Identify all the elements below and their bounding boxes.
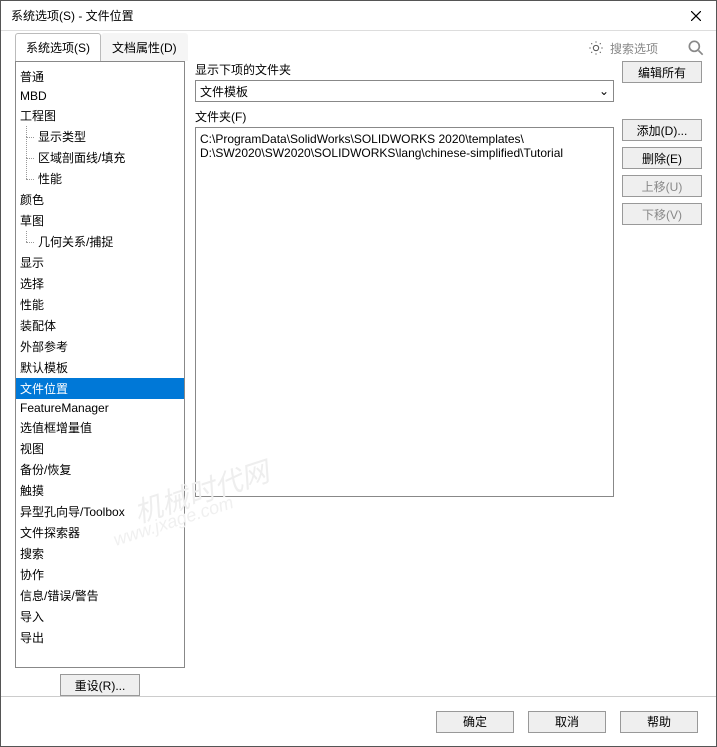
tree-item[interactable]: 默认模板 xyxy=(16,357,184,378)
gear-icon[interactable] xyxy=(588,40,604,56)
tree-item[interactable]: 选择 xyxy=(16,273,184,294)
tree-item[interactable]: 工程图 xyxy=(16,105,184,126)
add-button[interactable]: 添加(D)... xyxy=(622,119,702,141)
tree-item[interactable]: 文件位置 xyxy=(16,378,184,399)
tree-item[interactable]: 性能 xyxy=(16,294,184,315)
tree-item[interactable]: 信息/错误/警告 xyxy=(16,585,184,606)
tree-item[interactable]: 外部参考 xyxy=(16,336,184,357)
edit-all-button[interactable]: 编辑所有 xyxy=(622,61,702,83)
tree-item[interactable]: 协作 xyxy=(16,564,184,585)
move-up-button: 上移(U) xyxy=(622,175,702,197)
tree-item[interactable]: FeatureManager xyxy=(16,399,184,417)
cancel-button[interactable]: 取消 xyxy=(528,711,606,733)
tree-item[interactable]: 草图 xyxy=(16,210,184,231)
tree-item[interactable]: 导出 xyxy=(16,627,184,648)
tree-item[interactable]: 区域剖面线/填充 xyxy=(16,147,184,168)
options-tree[interactable]: 普通MBD工程图显示类型区域剖面线/填充性能颜色草图几何关系/捕捉显示选择性能装… xyxy=(15,61,185,668)
window-title: 系统选项(S) - 文件位置 xyxy=(11,7,676,24)
chevron-down-icon: ⌄ xyxy=(599,84,609,98)
help-button[interactable]: 帮助 xyxy=(620,711,698,733)
folder-path-item[interactable]: C:\ProgramData\SolidWorks\SOLIDWORKS 202… xyxy=(200,132,609,146)
tree-column: 普通MBD工程图显示类型区域剖面线/填充性能颜色草图几何关系/捕捉显示选择性能装… xyxy=(15,61,185,696)
show-folder-label: 显示下项的文件夹 xyxy=(195,61,614,78)
button-column: 编辑所有 添加(D)... 删除(E) 上移(U) 下移(V) xyxy=(622,61,702,696)
tab-strip: 系统选项(S) 文档属性(D) xyxy=(15,33,188,61)
tab-system-options[interactable]: 系统选项(S) xyxy=(15,33,101,61)
tree-item[interactable]: 文件探索器 xyxy=(16,522,184,543)
tree-item[interactable]: 异型孔向导/Toolbox xyxy=(16,501,184,522)
tree-item[interactable]: 显示 xyxy=(16,252,184,273)
tree-item[interactable]: 搜索 xyxy=(16,543,184,564)
topbar: 系统选项(S) 文档属性(D) 搜索选项 xyxy=(1,31,716,61)
delete-button[interactable]: 删除(E) xyxy=(622,147,702,169)
reset-button[interactable]: 重设(R)... xyxy=(60,674,140,696)
close-icon xyxy=(691,11,701,21)
folder-list-label: 文件夹(F) xyxy=(195,108,614,125)
tree-item[interactable]: 性能 xyxy=(16,168,184,189)
main-column: 显示下项的文件夹 文件模板 ⌄ 文件夹(F) C:\ProgramData\So… xyxy=(195,61,702,696)
footer: 确定 取消 帮助 xyxy=(1,696,716,746)
search-input[interactable]: 搜索选项 xyxy=(610,40,680,57)
tree-item[interactable]: 备份/恢复 xyxy=(16,459,184,480)
close-button[interactable] xyxy=(676,1,716,31)
tab-document-properties[interactable]: 文档属性(D) xyxy=(101,33,188,61)
ok-button[interactable]: 确定 xyxy=(436,711,514,733)
tree-item[interactable]: 显示类型 xyxy=(16,126,184,147)
tree-item[interactable]: 颜色 xyxy=(16,189,184,210)
tree-item[interactable]: 触摸 xyxy=(16,480,184,501)
tree-item[interactable]: 视图 xyxy=(16,438,184,459)
tree-item[interactable]: 选值框增量值 xyxy=(16,417,184,438)
search-icon[interactable] xyxy=(686,38,706,58)
tree-item[interactable]: 装配体 xyxy=(16,315,184,336)
folder-type-dropdown[interactable]: 文件模板 ⌄ xyxy=(195,80,614,102)
tree-item[interactable]: 几何关系/捕捉 xyxy=(16,231,184,252)
move-down-button: 下移(V) xyxy=(622,203,702,225)
search-area: 搜索选项 xyxy=(588,38,706,61)
dropdown-value: 文件模板 xyxy=(200,83,248,100)
folder-path-item[interactable]: D:\SW2020\SW2020\SOLIDWORKS\lang\chinese… xyxy=(200,146,609,160)
titlebar: 系统选项(S) - 文件位置 xyxy=(1,1,716,31)
folder-list[interactable]: C:\ProgramData\SolidWorks\SOLIDWORKS 202… xyxy=(195,127,614,497)
tree-item[interactable]: MBD xyxy=(16,87,184,105)
main-left: 显示下项的文件夹 文件模板 ⌄ 文件夹(F) C:\ProgramData\So… xyxy=(195,61,614,696)
tree-item[interactable]: 导入 xyxy=(16,606,184,627)
content-area: 普通MBD工程图显示类型区域剖面线/填充性能颜色草图几何关系/捕捉显示选择性能装… xyxy=(15,61,702,696)
tree-item[interactable]: 普通 xyxy=(16,66,184,87)
